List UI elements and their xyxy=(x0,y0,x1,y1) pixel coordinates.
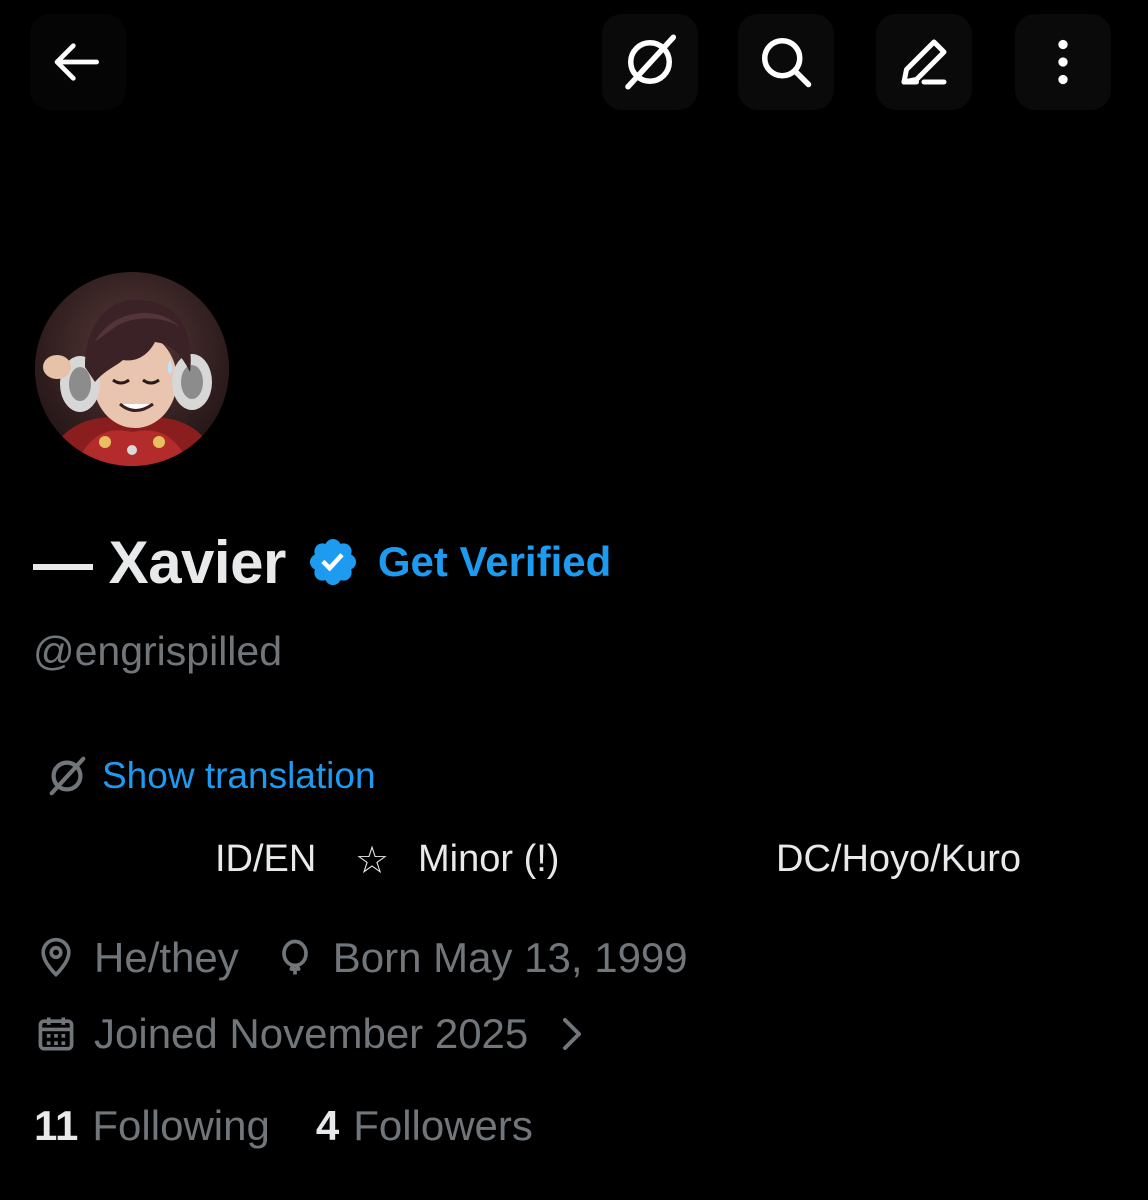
more-vertical-icon xyxy=(1058,39,1068,85)
edit-button[interactable] xyxy=(876,14,972,110)
followers-label: Followers xyxy=(353,1102,533,1149)
search-icon xyxy=(762,38,812,88)
bio-fandoms: DC/Hoyo/Kuro xyxy=(776,838,1021,880)
edit-pencil-icon xyxy=(901,39,947,85)
pronouns: He/they xyxy=(94,934,239,981)
calendar-icon xyxy=(38,1017,74,1051)
arrow-left-icon xyxy=(54,43,99,81)
translate-button[interactable] xyxy=(602,14,698,110)
back-button[interactable] xyxy=(30,14,126,110)
joined-row[interactable]: Joined November 2025 xyxy=(34,1004,586,1064)
avatar-image xyxy=(35,272,229,466)
more-options-button[interactable] xyxy=(1015,14,1111,110)
verified-badge-icon xyxy=(309,538,356,586)
show-translation-label: Show translation xyxy=(102,755,376,796)
followers-count: 4 xyxy=(315,1102,340,1149)
translate-icon xyxy=(49,756,86,796)
avatar[interactable] xyxy=(35,272,229,466)
name-row: — Xavier Get Verified xyxy=(33,525,611,599)
bio: ID/EN ☆ Minor (!) DC/Hoyo/Kuro xyxy=(0,832,1148,892)
bio-languages: ID/EN xyxy=(215,838,317,880)
translate-icon xyxy=(625,34,677,90)
following-link[interactable]: 11 Following xyxy=(34,1102,270,1150)
show-translation-link[interactable]: Show translation xyxy=(44,748,376,804)
display-name: — Xavier xyxy=(33,528,286,596)
search-button[interactable] xyxy=(738,14,834,110)
follow-stats: 11 Following 4 Followers xyxy=(34,1096,533,1156)
balloon-icon xyxy=(281,939,308,975)
chevron-right-icon[interactable] xyxy=(556,1014,586,1054)
joined-date: Joined November 2025 xyxy=(94,1010,529,1057)
bio-star: ☆ xyxy=(355,840,390,882)
username-handle: @engrispilled xyxy=(33,628,283,674)
profile-page: — Xavier Get Verified @engrispilled Show… xyxy=(0,0,1148,1200)
get-verified-link[interactable]: Get Verified xyxy=(378,538,611,586)
following-count: 11 xyxy=(34,1102,79,1149)
followers-link[interactable]: 4 Followers xyxy=(316,1102,533,1150)
following-label: Following xyxy=(92,1102,270,1149)
birthday: Born May 13, 1999 xyxy=(332,934,688,981)
profile-meta-row: He/they Born May 13, 1999 xyxy=(34,928,688,988)
location-pin-icon xyxy=(41,937,71,978)
top-bar xyxy=(0,0,1148,125)
bio-age-note: Minor (!) xyxy=(418,838,560,880)
